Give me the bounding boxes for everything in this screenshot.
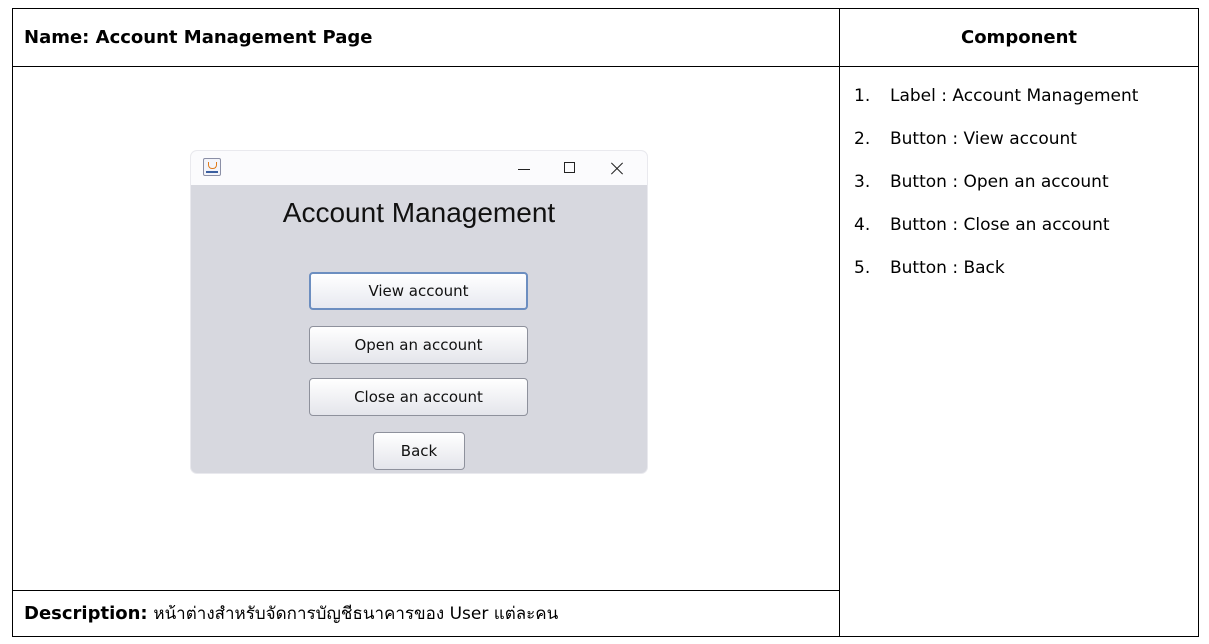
window-titlebar — [191, 151, 647, 185]
page-name-header: Name: Account Management Page — [24, 27, 373, 48]
component-text: Button : Close an account — [890, 214, 1110, 235]
header-divider — [13, 66, 1198, 67]
component-item: 3. Button : Open an account — [854, 160, 1138, 203]
window-title-label: Account Management — [282, 197, 556, 228]
component-number: 3. — [854, 171, 871, 192]
component-item: 1. Label : Account Management — [854, 74, 1138, 117]
component-item: 4. Button : Close an account — [854, 203, 1138, 246]
component-header: Component — [960, 27, 1078, 48]
description-text: หน้าต่างสำหรับจัดการบัญชีธนาคารของ User … — [153, 604, 559, 624]
close-icon[interactable] — [593, 151, 639, 185]
back-button[interactable]: Back — [373, 432, 465, 470]
component-text: Label : Account Management — [890, 85, 1139, 106]
component-text: Button : View account — [890, 128, 1077, 149]
description-label: Description: — [24, 603, 148, 624]
component-number: 4. — [854, 214, 871, 235]
minimize-icon[interactable] — [501, 151, 547, 185]
column-divider — [839, 9, 840, 636]
account-management-window: Account Management View account Open an … — [191, 151, 647, 473]
component-number: 1. — [854, 85, 871, 106]
component-text: Button : Back — [890, 257, 1005, 278]
component-item: 2. Button : View account — [854, 117, 1138, 160]
spec-table: Name: Account Management Page Component … — [12, 8, 1199, 637]
component-number: 5. — [854, 257, 871, 278]
component-item: 5. Button : Back — [854, 246, 1138, 289]
view-account-button[interactable]: View account — [309, 272, 528, 310]
open-account-button[interactable]: Open an account — [309, 326, 528, 364]
java-app-icon — [203, 158, 221, 176]
component-text: Button : Open an account — [890, 171, 1109, 192]
component-list: 1. Label : Account Management 2. Button : … — [854, 74, 1138, 289]
close-account-button[interactable]: Close an account — [309, 378, 528, 416]
component-number: 2. — [854, 128, 871, 149]
maximize-icon[interactable] — [547, 151, 593, 185]
description-row: Description: หน้าต่างสำหรับจัดการบัญชีธน… — [24, 591, 558, 637]
